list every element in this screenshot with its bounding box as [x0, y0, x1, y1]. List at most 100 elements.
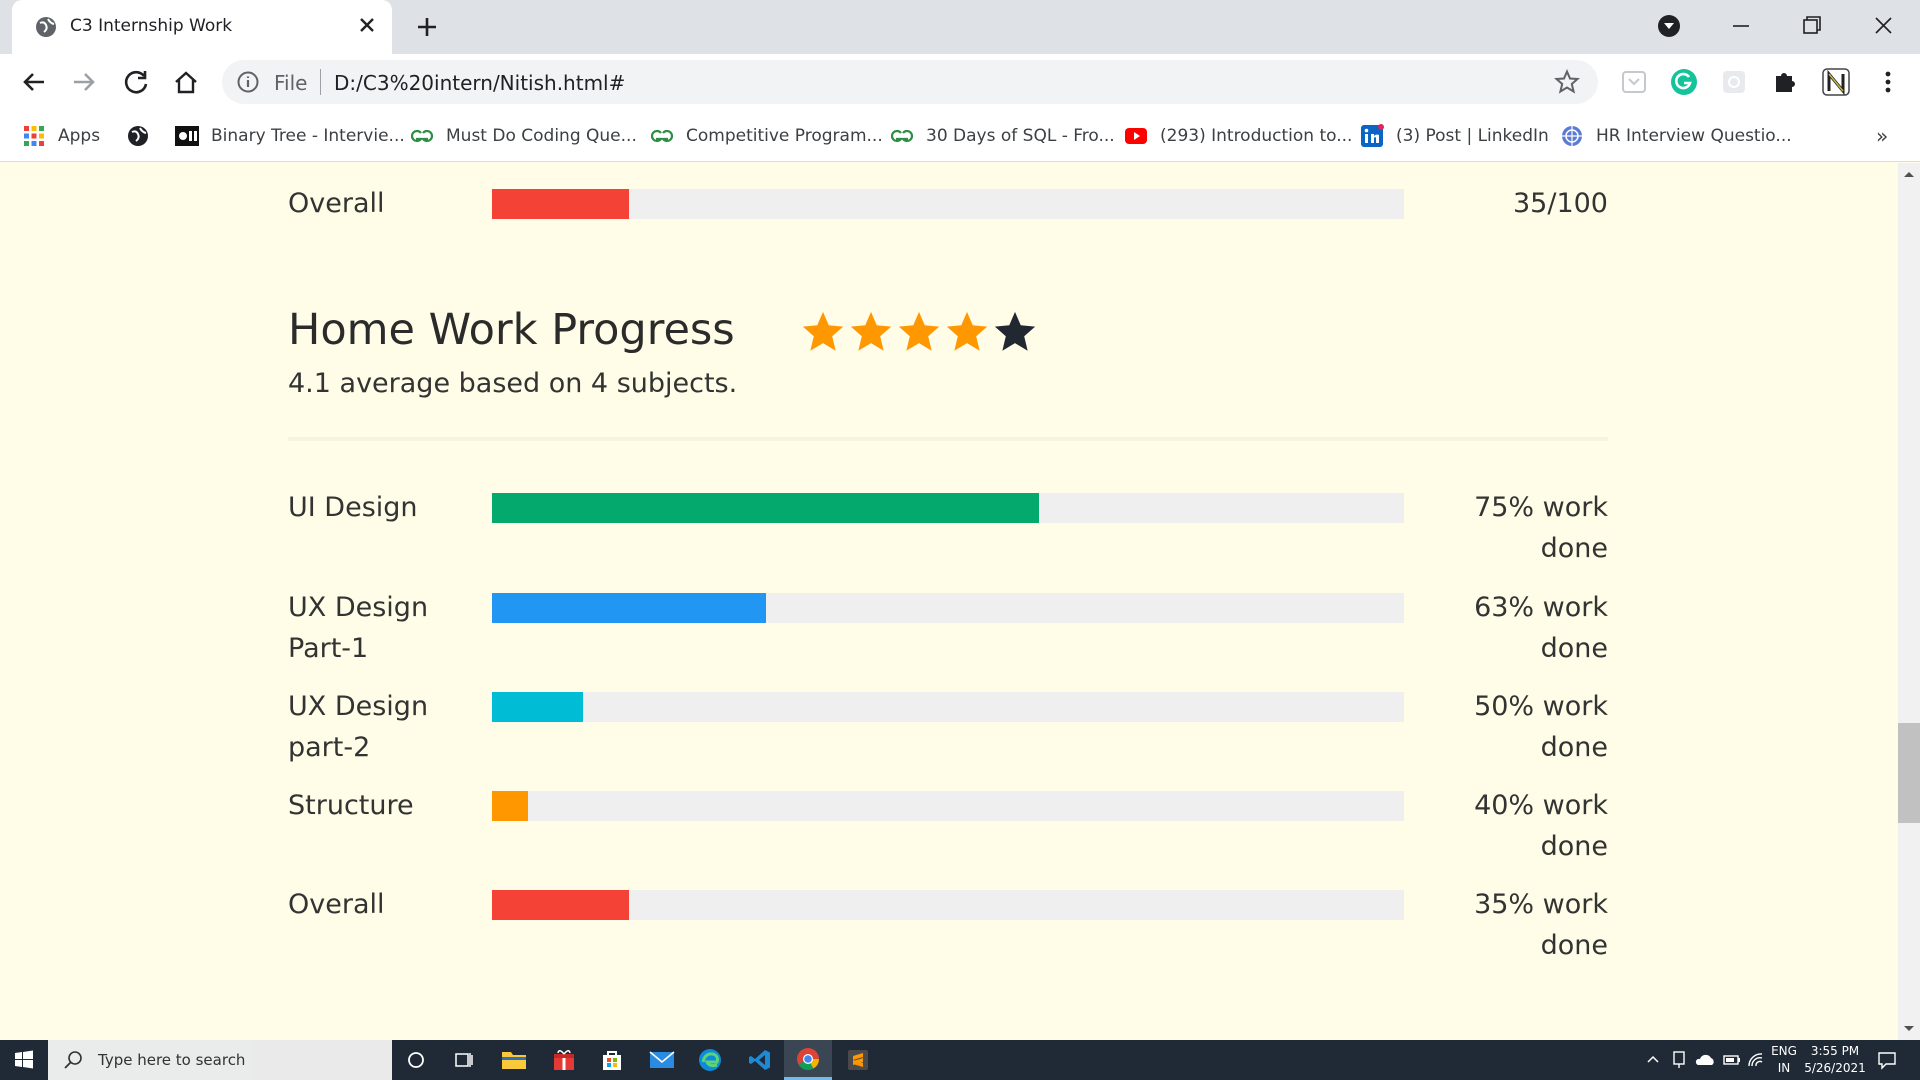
browser-tab-active[interactable]: C3 Internship Work [12, 0, 392, 54]
star-filled-icon [898, 311, 940, 351]
more-menu-icon[interactable] [1872, 66, 1904, 98]
mail-envelope-icon [649, 1051, 675, 1068]
row-label: UX Design part-2 [288, 691, 429, 763]
bookmark-label: Binary Tree - Intervie... [211, 126, 405, 146]
restore-icon[interactable] [1788, 8, 1834, 44]
tray-onedrive-icon[interactable] [1694, 1050, 1716, 1070]
bookmark-linkedin[interactable]: (3) Post | LinkedIn [1360, 110, 1549, 162]
tray-wifi-icon[interactable] [1746, 1050, 1766, 1070]
info-icon[interactable] [236, 70, 260, 94]
row-value: 40% work done [1474, 790, 1608, 862]
tray-battery-icon[interactable] [1722, 1050, 1742, 1070]
progress-fill [492, 791, 529, 821]
row-value: 63% work done [1474, 592, 1608, 664]
bookmark-label: (293) Introduction to... [1160, 126, 1353, 146]
progress-track [492, 493, 1404, 523]
scroll-up-arrow-icon[interactable] [1902, 169, 1916, 179]
bookmark-apps[interactable]: Apps [22, 110, 100, 162]
bookmark-star-icon[interactable] [1554, 69, 1580, 95]
bookmark-youtube[interactable]: (293) Introduction to... [1124, 110, 1352, 162]
bookmark-competitive-programming[interactable]: Competitive Program... [650, 110, 883, 162]
profile-menu-icon[interactable] [1646, 8, 1692, 44]
sublime-text-icon [848, 1050, 868, 1070]
row-label: Overall [288, 188, 385, 219]
tray-device-icon[interactable] [1670, 1050, 1688, 1070]
tray-chevron-up-icon[interactable] [1646, 1052, 1660, 1066]
taskbar-edge[interactable] [686, 1040, 734, 1080]
language-code: ENG [1771, 1044, 1797, 1058]
taskbar-mail[interactable] [638, 1040, 686, 1080]
windows-start-icon[interactable] [0, 1040, 48, 1080]
taskbar-search-placeholder: Type here to search [98, 1051, 246, 1069]
edge-browser-icon [699, 1049, 721, 1071]
youtube-icon [1125, 128, 1147, 144]
progress-track [492, 791, 1404, 821]
pocket-extension-icon[interactable] [1618, 66, 1650, 98]
taskbar-sublime[interactable] [834, 1040, 882, 1080]
scroll-down-arrow-icon[interactable] [1902, 1024, 1916, 1034]
close-window-icon[interactable] [1860, 8, 1906, 44]
task-view-button[interactable] [440, 1040, 488, 1080]
bookmark-binary-tree[interactable]: Binary Tree - Intervie... [175, 110, 405, 162]
cortana-button[interactable] [392, 1040, 440, 1080]
forward-arrow-icon[interactable] [68, 66, 100, 98]
row-label: UX Design Part-1 [288, 592, 429, 664]
page-scrollbar[interactable] [1898, 163, 1920, 1040]
notification-center-icon[interactable] [1876, 1050, 1898, 1070]
chrome-icon [797, 1047, 819, 1070]
taskbar-store[interactable] [588, 1040, 636, 1080]
back-arrow-icon[interactable] [18, 66, 50, 98]
bookmark-label: HR Interview Questio... [1596, 126, 1792, 146]
profile-avatar-icon[interactable] [1820, 66, 1852, 98]
progress-fill [492, 890, 629, 920]
bookmark-hr-interview[interactable]: HR Interview Questio... [1560, 110, 1792, 162]
address-bar[interactable]: File D:/C3%20intern/Nitish.html# [222, 60, 1598, 104]
tray-clock[interactable]: 3:55 PM 5/26/2021 [1800, 1040, 1870, 1080]
taskbar-gift-app[interactable] [540, 1040, 588, 1080]
clock-time: 3:55 PM [1810, 1044, 1860, 1058]
progress-track [492, 692, 1404, 722]
windows-taskbar: Type here to search ENG IN 3:55 PM 5/26/… [0, 1040, 1920, 1080]
row-value: 75% work done [1474, 492, 1608, 564]
row-value: 35/100 [1513, 188, 1608, 219]
file-explorer-icon [502, 1052, 526, 1069]
bookmark-globe[interactable] [126, 110, 162, 162]
globe-icon [128, 126, 148, 146]
extension-gear-icon[interactable] [1718, 66, 1750, 98]
progress-fill [492, 493, 1040, 523]
reload-icon[interactable] [120, 66, 152, 98]
tab-strip: C3 Internship Work [0, 0, 1920, 54]
taskbar-chrome-active[interactable] [784, 1040, 832, 1080]
progress-fill [492, 593, 766, 623]
tray-language[interactable]: ENG IN [1768, 1040, 1800, 1080]
globe-icon [36, 17, 56, 37]
scrollbar-thumb[interactable] [1898, 723, 1920, 823]
progress-fill [492, 692, 584, 722]
browser-toolbar: File D:/C3%20intern/Nitish.html# [0, 54, 1920, 110]
interviewbit-icon [175, 126, 199, 146]
address-url[interactable]: D:/C3%20intern/Nitish.html# [334, 71, 625, 95]
minimize-icon[interactable] [1718, 8, 1764, 44]
taskbar-vscode[interactable] [736, 1040, 784, 1080]
bookmark-30-days-sql[interactable]: 30 Days of SQL - Fro... [890, 110, 1115, 162]
bookmark-must-do-coding[interactable]: Must Do Coding Que... [410, 110, 637, 162]
address-scheme: File [274, 71, 308, 95]
rating-stars [800, 309, 1038, 355]
more-bookmarks-button[interactable]: » [1876, 124, 1888, 148]
page-content: Overall 35/100 Home Work Progress 4.1 av… [0, 163, 1898, 1040]
bookmark-label: Competitive Program... [686, 126, 883, 146]
home-icon[interactable] [170, 66, 202, 98]
geeksforgeeks-icon [410, 129, 434, 143]
close-tab-icon[interactable] [352, 10, 382, 40]
grammarly-icon[interactable] [1668, 66, 1700, 98]
extensions-puzzle-icon[interactable] [1768, 66, 1800, 98]
bookmark-label: Apps [58, 126, 101, 146]
star-filled-icon [946, 311, 988, 351]
linkedin-icon [1361, 124, 1384, 147]
homework-progress-heading: Home Work Progress [288, 305, 735, 355]
taskbar-search-box[interactable]: Type here to search [48, 1040, 392, 1080]
new-tab-icon[interactable] [410, 10, 444, 44]
progress-track [492, 189, 1404, 219]
language-region: IN [1777, 1061, 1791, 1075]
taskbar-file-explorer[interactable] [490, 1040, 538, 1080]
